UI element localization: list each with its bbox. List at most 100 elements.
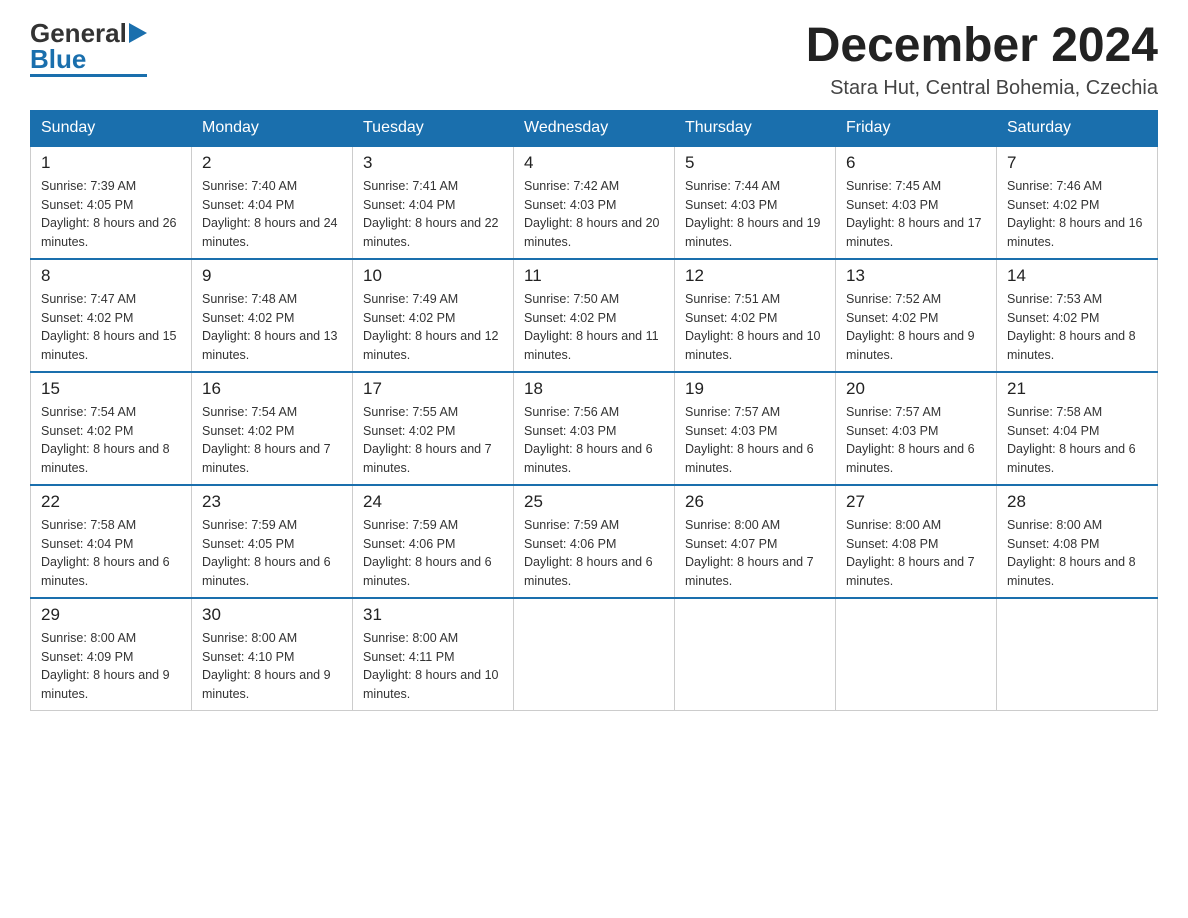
day-info: Sunrise: 7:40 AMSunset: 4:04 PMDaylight:… [202,177,342,252]
logo: General Blue [30,20,147,77]
day-info: Sunrise: 7:52 AMSunset: 4:02 PMDaylight:… [846,290,986,365]
day-number: 28 [1007,492,1147,512]
calendar-week-row: 15Sunrise: 7:54 AMSunset: 4:02 PMDayligh… [31,372,1158,485]
table-row: 27 Sunrise: 8:00 AMSunset: 4:08 PMDayligh… [836,485,997,598]
day-number: 29 [41,605,181,625]
calendar-header-row: Sunday Monday Tuesday Wednesday Thursday… [31,110,1158,146]
day-info: Sunrise: 7:47 AMSunset: 4:02 PMDaylight:… [41,290,181,365]
table-row [836,598,997,711]
day-number: 1 [41,153,181,173]
day-number: 10 [363,266,503,286]
table-row: 3Sunrise: 7:41 AMSunset: 4:04 PMDaylight… [353,146,514,259]
table-row: 8 Sunrise: 7:47 AMSunset: 4:02 PMDaylight… [31,259,192,372]
table-row: 28 Sunrise: 8:00 AMSunset: 4:08 PMDayligh… [997,485,1158,598]
day-info: Sunrise: 7:48 AMSunset: 4:02 PMDaylight:… [202,290,342,365]
day-number: 16 [202,379,342,399]
day-number: 6 [846,153,986,173]
table-row: 5 Sunrise: 7:44 AMSunset: 4:03 PMDaylight… [675,146,836,259]
calendar-week-row: 8 Sunrise: 7:47 AMSunset: 4:02 PMDaylight… [31,259,1158,372]
day-number: 12 [685,266,825,286]
table-row [997,598,1158,711]
day-info: Sunrise: 8:00 AMSunset: 4:07 PMDaylight:… [685,516,825,591]
day-info: Sunrise: 7:58 AMSunset: 4:04 PMDaylight:… [41,516,181,591]
table-row: 17 Sunrise: 7:55 AMSunset: 4:02 PMDayligh… [353,372,514,485]
day-info: Sunrise: 8:00 AMSunset: 4:10 PMDaylight:… [202,629,342,704]
table-row: 9Sunrise: 7:48 AMSunset: 4:02 PMDaylight… [192,259,353,372]
day-number: 8 [41,266,181,286]
header-tuesday: Tuesday [353,110,514,146]
day-number: 14 [1007,266,1147,286]
day-number: 18 [524,379,664,399]
table-row [675,598,836,711]
day-info: Sunrise: 7:57 AMSunset: 4:03 PMDaylight:… [846,403,986,478]
table-row: 2 Sunrise: 7:40 AMSunset: 4:04 PMDaylight… [192,146,353,259]
logo-arrow-icon [129,22,147,44]
table-row: 21 Sunrise: 7:58 AMSunset: 4:04 PMDayligh… [997,372,1158,485]
day-info: Sunrise: 7:56 AMSunset: 4:03 PMDaylight:… [524,403,664,478]
day-info: Sunrise: 7:46 AMSunset: 4:02 PMDaylight:… [1007,177,1147,252]
table-row: 19 Sunrise: 7:57 AMSunset: 4:03 PMDayligh… [675,372,836,485]
table-row: 7Sunrise: 7:46 AMSunset: 4:02 PMDaylight… [997,146,1158,259]
table-row: 30 Sunrise: 8:00 AMSunset: 4:10 PMDayligh… [192,598,353,711]
table-row: 31 Sunrise: 8:00 AMSunset: 4:11 PMDayligh… [353,598,514,711]
table-row: 12 Sunrise: 7:51 AMSunset: 4:02 PMDayligh… [675,259,836,372]
header-wednesday: Wednesday [514,110,675,146]
day-info: Sunrise: 7:41 AMSunset: 4:04 PMDaylight:… [363,177,503,252]
header-sunday: Sunday [31,110,192,146]
day-info: Sunrise: 7:51 AMSunset: 4:02 PMDaylight:… [685,290,825,365]
day-info: Sunrise: 7:44 AMSunset: 4:03 PMDaylight:… [685,177,825,252]
day-number: 24 [363,492,503,512]
day-info: Sunrise: 8:00 AMSunset: 4:09 PMDaylight:… [41,629,181,704]
day-number: 25 [524,492,664,512]
table-row: 29 Sunrise: 8:00 AMSunset: 4:09 PMDayligh… [31,598,192,711]
title-section: December 2024 Stara Hut, Central Bohemia… [806,20,1158,100]
day-number: 26 [685,492,825,512]
table-row: 23Sunrise: 7:59 AMSunset: 4:05 PMDayligh… [192,485,353,598]
header-monday: Monday [192,110,353,146]
day-number: 23 [202,492,342,512]
day-info: Sunrise: 8:00 AMSunset: 4:11 PMDaylight:… [363,629,503,704]
day-number: 5 [685,153,825,173]
day-number: 27 [846,492,986,512]
day-info: Sunrise: 7:54 AMSunset: 4:02 PMDaylight:… [41,403,181,478]
calendar-week-row: 1 Sunrise: 7:39 AMSunset: 4:05 PMDaylight… [31,146,1158,259]
day-number: 22 [41,492,181,512]
day-info: Sunrise: 7:50 AMSunset: 4:02 PMDaylight:… [524,290,664,365]
day-info: Sunrise: 8:00 AMSunset: 4:08 PMDaylight:… [846,516,986,591]
day-number: 21 [1007,379,1147,399]
day-number: 11 [524,266,664,286]
day-info: Sunrise: 7:59 AMSunset: 4:06 PMDaylight:… [524,516,664,591]
table-row: 13Sunrise: 7:52 AMSunset: 4:02 PMDayligh… [836,259,997,372]
day-number: 30 [202,605,342,625]
day-number: 17 [363,379,503,399]
logo-underline [30,74,147,77]
table-row [514,598,675,711]
table-row: 24 Sunrise: 7:59 AMSunset: 4:06 PMDayligh… [353,485,514,598]
day-info: Sunrise: 7:53 AMSunset: 4:02 PMDaylight:… [1007,290,1147,365]
day-info: Sunrise: 7:58 AMSunset: 4:04 PMDaylight:… [1007,403,1147,478]
logo-general-text: General [30,20,127,46]
day-info: Sunrise: 7:42 AMSunset: 4:03 PMDaylight:… [524,177,664,252]
day-info: Sunrise: 7:54 AMSunset: 4:02 PMDaylight:… [202,403,342,478]
day-info: Sunrise: 7:55 AMSunset: 4:02 PMDaylight:… [363,403,503,478]
table-row: 26 Sunrise: 8:00 AMSunset: 4:07 PMDayligh… [675,485,836,598]
table-row: 11 Sunrise: 7:50 AMSunset: 4:02 PMDayligh… [514,259,675,372]
day-number: 31 [363,605,503,625]
page-header: General Blue December 2024 Stara Hut, Ce… [30,20,1158,100]
day-number: 19 [685,379,825,399]
table-row: 1 Sunrise: 7:39 AMSunset: 4:05 PMDaylight… [31,146,192,259]
day-info: Sunrise: 8:00 AMSunset: 4:08 PMDaylight:… [1007,516,1147,591]
day-info: Sunrise: 7:49 AMSunset: 4:02 PMDaylight:… [363,290,503,365]
calendar-table: Sunday Monday Tuesday Wednesday Thursday… [30,110,1158,711]
table-row: 25 Sunrise: 7:59 AMSunset: 4:06 PMDayligh… [514,485,675,598]
header-thursday: Thursday [675,110,836,146]
day-info: Sunrise: 7:59 AMSunset: 4:06 PMDaylight:… [363,516,503,591]
day-info: Sunrise: 7:57 AMSunset: 4:03 PMDaylight:… [685,403,825,478]
table-row: 18 Sunrise: 7:56 AMSunset: 4:03 PMDayligh… [514,372,675,485]
header-saturday: Saturday [997,110,1158,146]
table-row: 4Sunrise: 7:42 AMSunset: 4:03 PMDaylight… [514,146,675,259]
table-row: 22 Sunrise: 7:58 AMSunset: 4:04 PMDayligh… [31,485,192,598]
calendar-week-row: 22 Sunrise: 7:58 AMSunset: 4:04 PMDayligh… [31,485,1158,598]
day-number: 2 [202,153,342,173]
day-info: Sunrise: 7:39 AMSunset: 4:05 PMDaylight:… [41,177,181,252]
